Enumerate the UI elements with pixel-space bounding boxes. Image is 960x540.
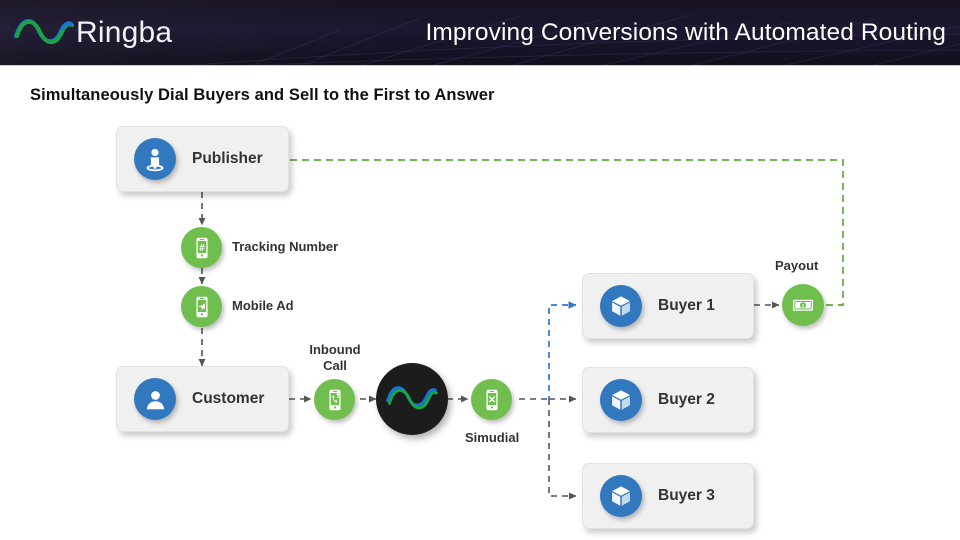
node-card-buyer1[interactable]: Buyer 1 <box>582 273 754 339</box>
svg-text:#: # <box>199 242 205 253</box>
package-box-icon <box>600 475 642 517</box>
ringba-wave-logo-icon <box>14 19 74 45</box>
mobile-ad-label: Mobile Ad <box>232 298 294 313</box>
package-box-icon <box>600 285 642 327</box>
slide-header: Ringba Improving Conversions with Automa… <box>0 0 960 66</box>
buyer3-label: Buyer 3 <box>658 487 715 504</box>
inbound-call-label-line2: Call <box>323 358 347 373</box>
inbound-call-label-line1: Inbound <box>309 342 361 357</box>
phone-simudial-icon: ✕ <box>471 379 512 420</box>
publisher-person-icon <box>134 138 176 180</box>
phone-incoming-call-icon <box>314 379 355 420</box>
dollar-bill-icon: 1 <box>782 284 824 326</box>
publisher-label: Publisher <box>192 150 263 167</box>
edge-payout-to-publisher-return <box>289 159 844 306</box>
header-title: Improving Conversions with Automated Rou… <box>425 19 946 46</box>
edge-trunk-to-buyer1-winner <box>548 301 577 402</box>
tracking-number-label: Tracking Number <box>232 239 339 254</box>
phone-megaphone-icon <box>181 286 222 327</box>
ringba-hub-icon <box>376 363 448 435</box>
slide-root: Ringba Improving Conversions with Automa… <box>0 0 960 540</box>
payout-label: Payout <box>775 258 819 273</box>
phone-hash-icon: # <box>181 227 222 268</box>
flow-diagram: Publisher # Tracking Number Mobile Ad Cu… <box>0 66 960 540</box>
customer-label: Customer <box>192 390 265 407</box>
customer-person-icon <box>134 378 176 420</box>
package-box-icon <box>600 379 642 421</box>
node-card-customer[interactable]: Customer <box>116 366 289 432</box>
svg-text:✕: ✕ <box>487 394 495 405</box>
edge-trunk-to-buyer3 <box>548 399 577 500</box>
buyer2-label: Buyer 2 <box>658 391 715 408</box>
brand-name: Ringba <box>76 16 173 49</box>
node-card-publisher[interactable]: Publisher <box>116 126 289 192</box>
simudial-label: Simudial <box>465 430 520 445</box>
buyer1-label: Buyer 1 <box>658 297 715 314</box>
node-card-buyer3[interactable]: Buyer 3 <box>582 463 754 529</box>
node-card-buyer2[interactable]: Buyer 2 <box>582 367 754 433</box>
brand-logo[interactable]: Ringba <box>14 8 172 58</box>
svg-text:1: 1 <box>801 303 804 310</box>
